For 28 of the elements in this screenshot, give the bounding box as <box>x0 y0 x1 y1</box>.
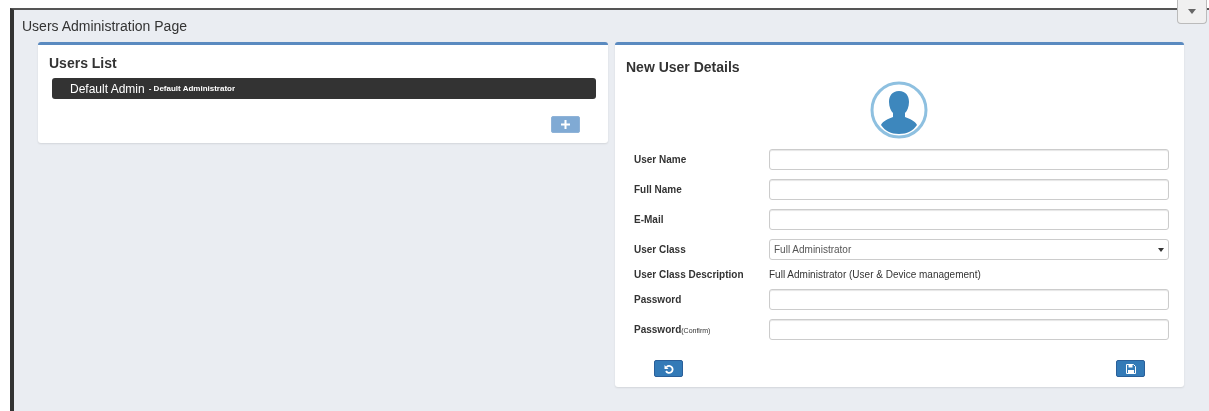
input-field[interactable] <box>769 319 1169 340</box>
user-role: - Default Administrator <box>148 84 236 93</box>
field-label: Full Name <box>634 184 683 195</box>
input-field[interactable] <box>769 289 1169 310</box>
undo-icon <box>663 363 674 374</box>
page-title: Users Administration Page <box>22 18 188 34</box>
panel-title: Users List <box>49 55 118 71</box>
field-label: User Class Description <box>634 269 745 280</box>
input-field[interactable] <box>769 209 1169 230</box>
save-icon <box>1125 363 1136 374</box>
field-value: Full Administrator (User & Device management) <box>769 269 982 280</box>
field-label: User Name <box>634 154 688 165</box>
input-field[interactable] <box>769 149 1169 170</box>
user-list-item[interactable]: Default Admin - Default Administrator <box>52 78 596 99</box>
reset-button[interactable] <box>654 360 683 377</box>
save-button[interactable] <box>1116 360 1145 377</box>
panel-title: New User Details <box>626 59 741 75</box>
caret-icon <box>1158 247 1164 252</box>
field-label: Password <box>634 294 683 305</box>
avatar-icon <box>870 81 928 139</box>
dropdown-toggle[interactable] <box>1177 0 1207 24</box>
user-class-select[interactable]: Full Administrator <box>769 239 1169 260</box>
plus-icon <box>561 120 570 129</box>
input-field[interactable] <box>769 179 1169 200</box>
caret-icon <box>1188 9 1196 14</box>
field-label: User Class <box>634 244 687 255</box>
user-name: Default Admin <box>70 81 145 96</box>
field-label: E-Mail <box>634 214 665 225</box>
